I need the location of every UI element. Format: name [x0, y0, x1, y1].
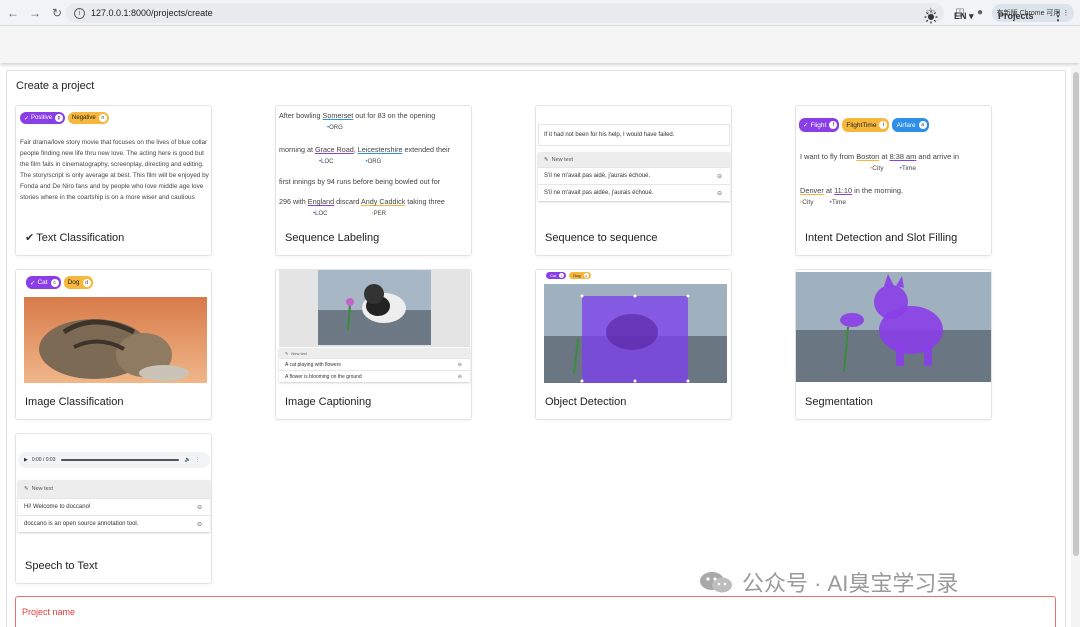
card-sequence-to-sequence[interactable]: If it had not been for his help, I would… [535, 105, 732, 256]
watermark-text: 公众号 · AI臭宝学习录 [742, 571, 959, 596]
chip-cat: ✓ Cat c [26, 276, 61, 289]
seq-line-1: After bowling Somerset out for 83 on the… [279, 111, 436, 131]
url-text: 127.0.0.1:8000/projects/create [91, 8, 213, 18]
profile-icon[interactable]: ● [973, 5, 987, 19]
source-text: If it had not been for his help, I would… [538, 124, 730, 146]
project-name-label: Project name [22, 607, 76, 617]
more-vert-icon[interactable]: ⋮ [195, 457, 200, 463]
seq-line-3: first innings by 94 runs before being bo… [279, 177, 441, 186]
card-title: Image Classification [25, 396, 124, 408]
label-chips: ✓ Cat c Dog d [26, 276, 96, 289]
card-object-detection[interactable]: Cat c Dog d Object Detection [535, 269, 732, 420]
list-item: Hi! Welcome to doccano! ⊖ [18, 498, 210, 515]
caption-list: ✎ New text A cat playing with flowers ⊖ A … [279, 348, 470, 382]
chip-dog: Dog d [63, 276, 93, 289]
segmentation-photo [796, 272, 991, 382]
page-title: Create a project [16, 80, 95, 92]
chip-flight: ✓ Flight f [799, 118, 840, 132]
list-item: S'il ne m'avait pas aidée, j'aurais écho… [538, 184, 730, 201]
chip-flighttime: FlightTime t [842, 118, 890, 132]
theme-toggle-icon[interactable] [924, 10, 938, 24]
bounding-box-photo [544, 284, 727, 383]
audio-progress[interactable] [60, 459, 179, 461]
wechat-icon [700, 572, 732, 593]
back-icon[interactable]: ← [4, 4, 22, 22]
card-image-captioning[interactable]: ✎ New text A cat playing with flowers ⊖ A … [275, 269, 472, 420]
label-chips: Cat c Dog d [546, 272, 594, 279]
watermark: 公众号 · AI臭宝学习录 [698, 566, 958, 598]
list-item: doccano is an open source annotation too… [18, 515, 210, 532]
sample-text: Fair drama/love story movie that focuses… [20, 139, 209, 201]
translation-list: ✎ New text S'il ne m'avait pas aidé, j'au… [538, 152, 730, 201]
card-text-classification[interactable]: ✓ Positive p Negative n Fair drama/love st… [15, 105, 212, 256]
scrollbar-thumb[interactable] [1073, 72, 1079, 556]
forward-icon[interactable]: → [26, 4, 44, 22]
delete-icon[interactable]: ⊖ [717, 190, 722, 197]
pencil-icon: ✎ [285, 350, 289, 356]
audio-time: 0:00 / 0:03 [31, 457, 56, 463]
list-item: A cat playing with flowers ⊖ [279, 358, 470, 370]
play-icon[interactable]: ▶ [24, 457, 28, 463]
card-title: Sequence to sequence [545, 232, 658, 244]
language-label: EN [954, 11, 967, 21]
delete-icon[interactable]: ⊖ [197, 521, 202, 528]
card-title: Intent Detection and Slot Filling [805, 232, 958, 244]
chevron-down-icon: ▾ [969, 11, 974, 21]
check-icon: ✔ [25, 232, 35, 244]
pencil-icon: ✎ [24, 486, 29, 492]
kitten-photo [318, 270, 431, 345]
card-title: Sequence Labeling [285, 232, 380, 244]
seq-line-4: 296 with England discard Andy Caddick ta… [279, 197, 445, 217]
list-item: A flower is blooming on the ground ⊖ [279, 370, 470, 382]
sequence-sample: After bowling Somerset out for 83 on the… [279, 110, 471, 220]
language-menu[interactable]: EN ▾ [954, 11, 974, 22]
delete-icon[interactable]: ⊖ [717, 173, 722, 180]
card-image-classification[interactable]: ✓ Cat c Dog d Image Classification [15, 269, 212, 420]
label-chips: ✓ Flight f FlightTime t Airfare a [799, 118, 932, 132]
chip-positive: ✓ Positive p [20, 112, 66, 124]
card-segmentation[interactable]: Segmentation [795, 269, 992, 420]
transcript-list: ✎ New text Hi! Welcome to doccano! ⊖ docca… [18, 480, 210, 532]
more-vert-icon[interactable]: ⋮ [1052, 9, 1064, 23]
card-intent-detection[interactable]: ✓ Flight f FlightTime t Airfare a I want to… [795, 105, 992, 256]
projects-link[interactable]: Projects [998, 11, 1034, 21]
chip-dog: Dog d [569, 272, 591, 279]
address-bar[interactable]: i 127.0.0.1:8000/projects/create ☆ [66, 3, 944, 23]
card-sequence-labeling[interactable]: After bowling Somerset out for 83 on the… [275, 105, 472, 256]
list-item: S'il ne m'avait pas aidé, j'aurais échou… [538, 167, 730, 184]
chip-airfare: Airfare a [892, 118, 929, 132]
chip-negative: Negative n [68, 112, 109, 124]
card-title: ✔ Text Classification [25, 232, 125, 244]
delete-icon[interactable]: ⊖ [458, 374, 462, 380]
chip-cat: Cat c [546, 272, 567, 279]
volume-icon[interactable]: 🔈 [185, 457, 191, 463]
pencil-icon: ✎ [544, 156, 549, 163]
cat-photo [24, 297, 207, 383]
card-title: Object Detection [545, 396, 627, 408]
reload-icon[interactable]: ↻ [48, 4, 66, 22]
new-text-input[interactable]: ✎ New text [18, 480, 210, 498]
site-info-icon[interactable]: i [74, 7, 85, 19]
card-title: Speech to Text [25, 560, 98, 572]
card-title: Segmentation [805, 396, 873, 408]
delete-icon[interactable]: ⊖ [197, 504, 202, 511]
card-title: Image Captioning [285, 396, 372, 408]
intent-sample: I want to fly from Boston at 8:38 am and… [800, 152, 960, 206]
audio-player[interactable]: ▶ 0:00 / 0:03 🔈 ⋮ [18, 452, 210, 468]
seq-line-2: morning at Grace Road, Leicestershire ex… [279, 145, 451, 165]
project-name-field[interactable] [15, 596, 1056, 627]
app-header [0, 26, 1080, 63]
new-text-input[interactable]: ✎ New text [279, 348, 470, 358]
card-speech-to-text[interactable]: ▶ 0:00 / 0:03 🔈 ⋮ ✎ New text Hi! Welcome … [15, 433, 212, 584]
delete-icon[interactable]: ⊖ [458, 362, 462, 368]
label-chips: ✓ Positive p Negative n [20, 112, 112, 124]
new-text-input[interactable]: ✎ New text [538, 152, 730, 167]
